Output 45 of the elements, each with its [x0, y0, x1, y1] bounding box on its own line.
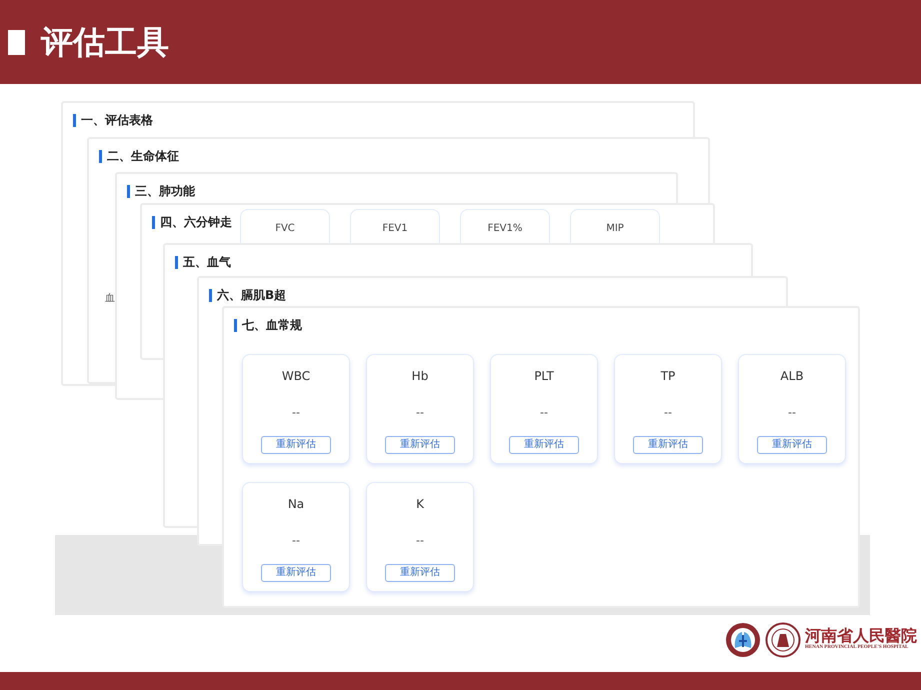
- square-icon: [8, 30, 25, 54]
- accent-bar: [209, 288, 212, 302]
- panel-title: 一、评估表格: [81, 112, 153, 129]
- card-value: --: [292, 405, 300, 421]
- card-value: --: [788, 405, 796, 421]
- reassess-button[interactable]: 重新评估: [261, 436, 331, 454]
- panel-title: 七、血常规: [242, 317, 302, 334]
- reassess-button[interactable]: 重新评估: [757, 436, 827, 454]
- reassess-button[interactable]: 重新评估: [385, 436, 455, 454]
- accent-bar: [73, 114, 76, 126]
- slide-title: 评估工具: [41, 22, 169, 63]
- reassess-button[interactable]: 重新评估: [633, 436, 703, 454]
- card-value: --: [416, 405, 424, 421]
- accent-bar: [234, 318, 237, 332]
- card-value: --: [416, 533, 424, 549]
- panel-title: 五、血气: [183, 254, 231, 271]
- card-label: FVC: [275, 222, 295, 236]
- hospital-name: 河南省人民醫院: [805, 628, 917, 644]
- card-label: FEV1%: [488, 222, 522, 236]
- reassess-button[interactable]: 重新评估: [261, 564, 331, 582]
- lungs-emblem-icon: [725, 622, 761, 658]
- card-label: PLT: [534, 368, 554, 385]
- card-label: Na: [288, 496, 304, 513]
- card-value: --: [664, 405, 672, 421]
- card-label: FEV1: [382, 222, 408, 236]
- reassess-button[interactable]: 重新评估: [385, 564, 455, 582]
- card-label: Hb: [412, 368, 428, 385]
- seal-emblem-icon: [765, 622, 801, 658]
- card-label: K: [416, 496, 424, 513]
- card-label: MIP: [606, 222, 624, 236]
- card-label: ALB: [780, 368, 804, 385]
- panel-title: 四、六分钟走: [160, 214, 232, 231]
- card-label: WBC: [282, 368, 310, 385]
- card-value: --: [540, 405, 548, 421]
- accent-bar: [99, 150, 102, 162]
- accent-bar: [152, 216, 155, 228]
- card-label: TP: [660, 368, 676, 385]
- card-label: 血: [105, 292, 115, 306]
- accent-bar: [127, 184, 130, 198]
- card-value: --: [292, 533, 300, 549]
- panel-title: 三、肺功能: [135, 183, 195, 200]
- panel-title: 六、膈肌B超: [217, 287, 286, 304]
- accent-bar: [175, 256, 178, 268]
- reassess-button[interactable]: 重新评估: [509, 436, 579, 454]
- panel-title: 二、生命体征: [107, 148, 179, 165]
